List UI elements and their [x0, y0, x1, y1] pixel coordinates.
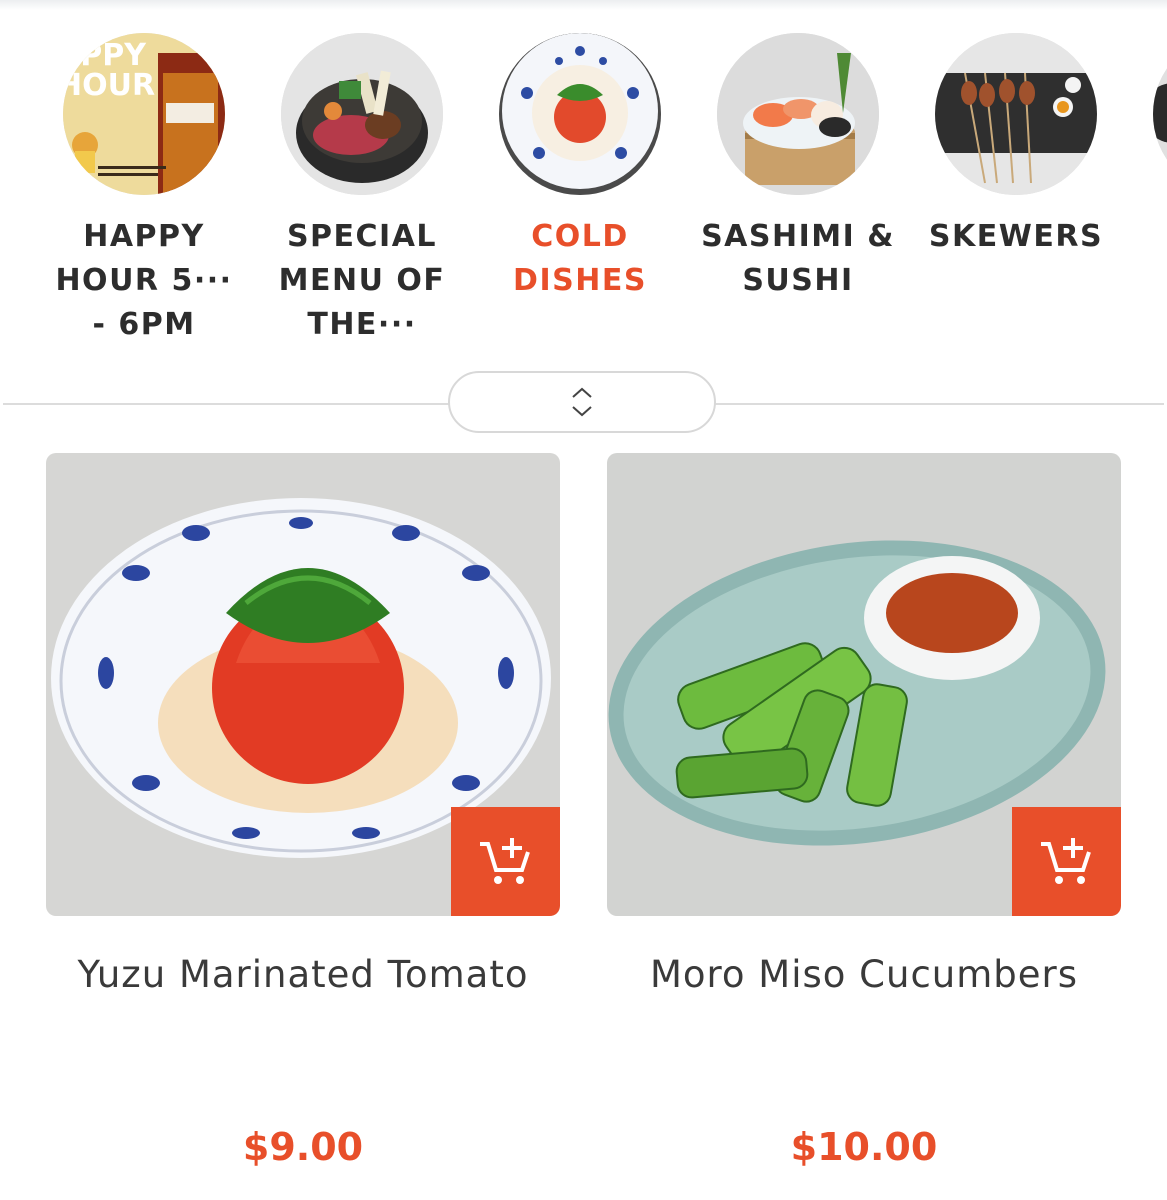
- category-image: [1153, 33, 1167, 195]
- category-strip[interactable]: APPY HOUR HAPPY HOUR 5··· - 6PM SPECIAL …: [0, 10, 1167, 402]
- category-image-sashimi-sushi: [717, 33, 879, 195]
- category-label: SPECIAL MENU OF THE···: [278, 219, 446, 342]
- product-price: $10.00: [790, 1125, 938, 1169]
- happy-hour-badge-line2: HOUR: [63, 68, 155, 103]
- chevron-up-down-icon: [572, 387, 592, 417]
- add-to-cart-button[interactable]: [451, 807, 560, 916]
- category-label: SASHIMI & SUSHI: [701, 219, 895, 298]
- category-image-special-menu: [281, 33, 443, 195]
- add-to-cart-button[interactable]: [1012, 807, 1121, 916]
- category-label: COLD DISHES: [513, 219, 647, 298]
- category-label: HAPPY HOUR 5··· - 6PM: [55, 219, 233, 342]
- expand-collapse-toggle[interactable]: [448, 371, 716, 433]
- category-label: SKEWERS: [928, 219, 1104, 254]
- product-image[interactable]: [46, 453, 560, 916]
- add-to-cart-icon: [1040, 837, 1091, 884]
- top-shadow: [0, 0, 1167, 10]
- product-name[interactable]: Yuzu Marinated Tomato: [46, 953, 560, 996]
- category-image-skewers: [935, 33, 1097, 195]
- category-image-cold-dishes: [499, 33, 661, 195]
- product-name[interactable]: Moro Miso Cucumbers: [607, 953, 1121, 996]
- product-image[interactable]: [607, 453, 1121, 916]
- add-to-cart-icon: [479, 837, 530, 884]
- category-image-happy-hour: APPY HOUR: [63, 33, 225, 195]
- product-price: $9.00: [242, 1125, 364, 1169]
